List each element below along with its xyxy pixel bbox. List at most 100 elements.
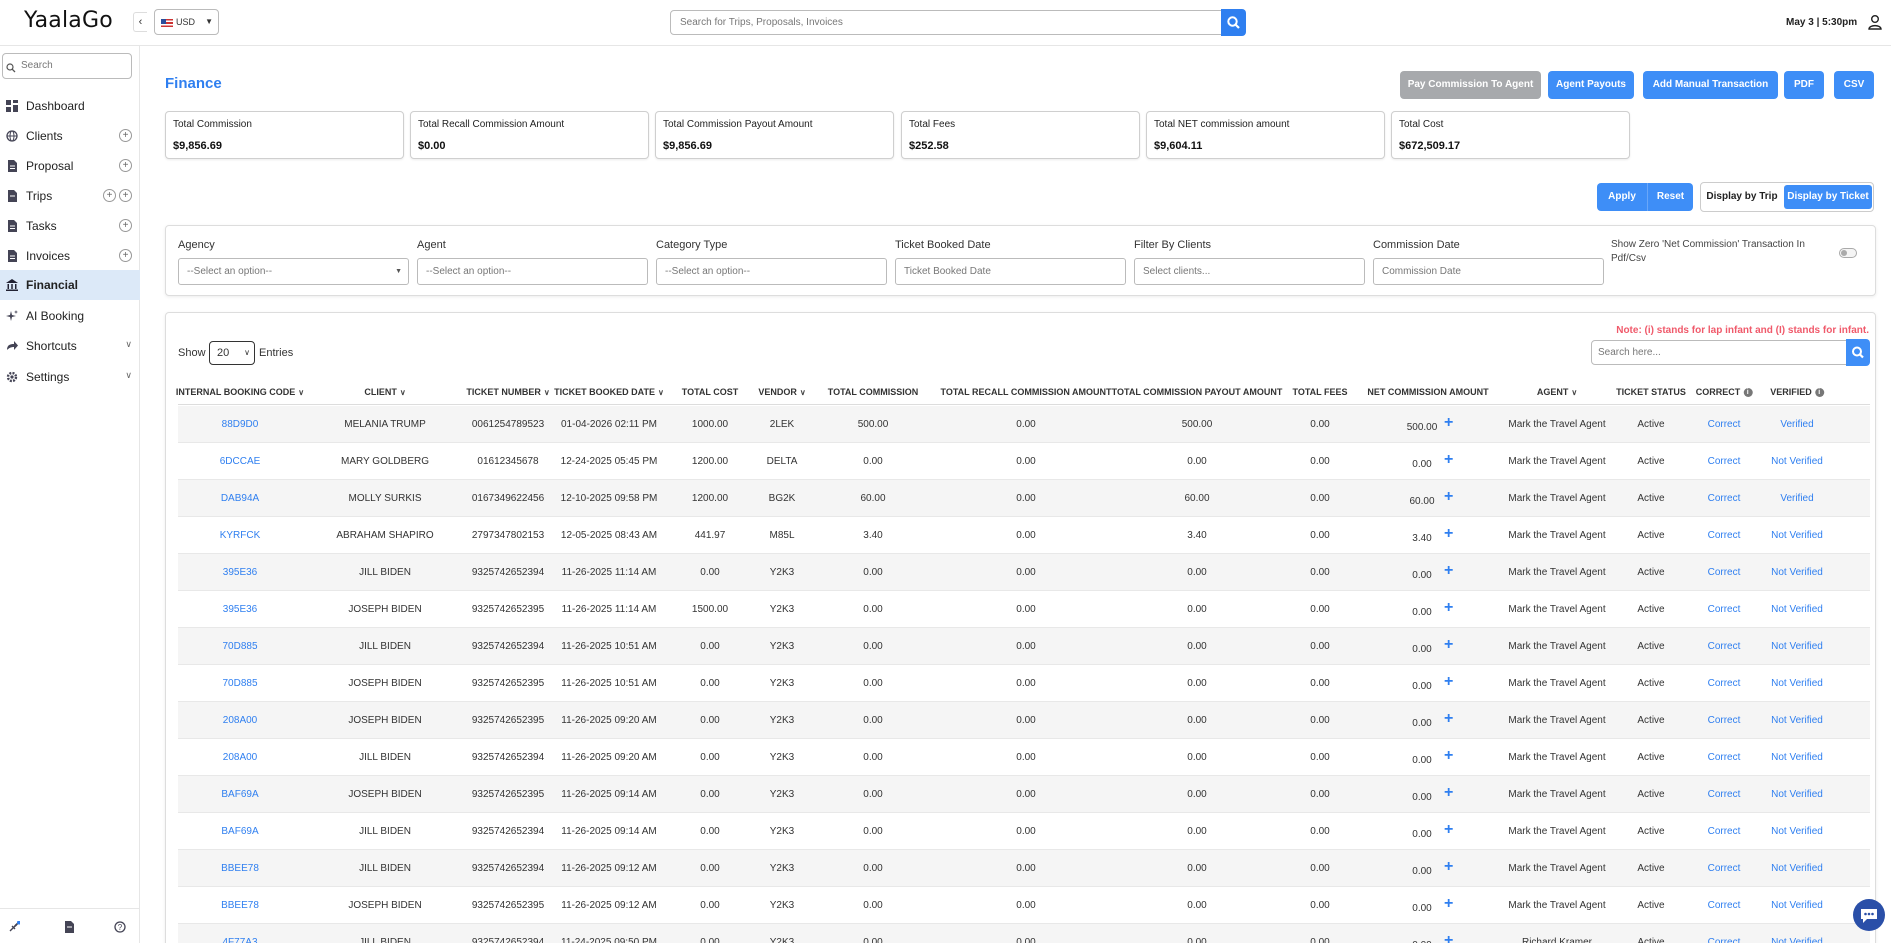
col-booking-code-cell[interactable]: 4F77A3 — [222, 937, 257, 943]
sidebar-item-settings[interactable]: Settings ∨ — [0, 362, 140, 392]
col-verified-cell[interactable]: Verified — [1780, 493, 1813, 504]
col-verified-cell[interactable]: Not Verified — [1771, 863, 1823, 874]
sort-chevron-icon[interactable]: ∨ — [544, 388, 550, 397]
col-verified-cell[interactable]: Not Verified — [1771, 937, 1823, 943]
col-booking-code-cell[interactable]: BBEE78 — [221, 863, 259, 874]
rocket-icon[interactable] — [8, 921, 20, 933]
col-correct-cell[interactable]: Correct — [1708, 493, 1741, 504]
info-icon[interactable]: i — [1743, 388, 1753, 398]
sidebar-item-proposal[interactable]: Proposal + — [0, 151, 140, 181]
sort-chevron-icon[interactable]: ∨ — [298, 388, 304, 397]
add-net-commission-icon[interactable]: + — [1444, 451, 1453, 469]
add-net-commission-icon[interactable]: + — [1444, 525, 1453, 543]
zero-commission-toggle[interactable] — [1839, 248, 1857, 258]
col-verified-cell[interactable]: Not Verified — [1771, 900, 1823, 911]
agency-select[interactable]: --Select an option-- ▼ — [178, 258, 409, 285]
col-booking-code-cell[interactable]: 70D885 — [222, 678, 257, 689]
add-net-commission-icon[interactable]: + — [1444, 673, 1453, 691]
currency-select[interactable]: USD ▼ — [154, 9, 219, 35]
add-client-icon[interactable]: + — [119, 129, 132, 142]
add-manual-transaction-button[interactable]: Add Manual Transaction — [1643, 71, 1778, 99]
col-ticket-number-header[interactable]: TICKET NUMBER ∨ — [466, 387, 549, 397]
info-icon[interactable]: i — [1814, 388, 1824, 398]
add-invoice-icon[interactable]: + — [119, 249, 132, 262]
col-correct-cell[interactable]: Correct — [1708, 900, 1741, 911]
sidebar-collapse-button[interactable]: ‹ — [133, 12, 147, 32]
col-vendor-header[interactable]: VENDOR ∨ — [758, 387, 805, 397]
col-verified-cell[interactable]: Not Verified — [1771, 789, 1823, 800]
display-by-ticket-button[interactable]: Display by Ticket — [1784, 185, 1872, 209]
add-net-commission-icon[interactable]: + — [1444, 895, 1453, 913]
sidebar-item-shortcuts[interactable]: Shortcuts ∨ — [0, 331, 140, 361]
col-verified-cell[interactable]: Not Verified — [1771, 604, 1823, 615]
clients-filter-input[interactable]: Select clients... — [1134, 258, 1365, 285]
col-booking-code-cell[interactable]: 70D885 — [222, 641, 257, 652]
sidebar-item-tasks[interactable]: Tasks + — [0, 211, 140, 241]
col-booking-code-cell[interactable]: BAF69A — [221, 789, 258, 800]
document-icon[interactable] — [63, 921, 75, 933]
col-correct-cell[interactable]: Correct — [1708, 567, 1741, 578]
col-booking-code-cell[interactable]: 208A00 — [223, 752, 257, 763]
add-net-commission-icon[interactable]: + — [1444, 821, 1453, 839]
col-correct-cell[interactable]: Correct — [1708, 826, 1741, 837]
col-agent-header[interactable]: AGENT ∨ — [1537, 387, 1577, 397]
table-search-input[interactable]: Search here... — [1591, 340, 1847, 365]
sidebar-item-dashboard[interactable]: Dashboard — [0, 91, 140, 121]
sort-chevron-icon[interactable]: ∨ — [400, 388, 406, 397]
col-correct-cell[interactable]: Correct — [1708, 419, 1741, 430]
col-booking-code-cell[interactable]: 88D9D0 — [222, 419, 259, 430]
add-net-commission-icon[interactable]: + — [1444, 488, 1453, 506]
add-net-commission-icon[interactable]: + — [1444, 747, 1453, 765]
user-icon[interactable] — [1866, 13, 1884, 31]
col-correct-cell[interactable]: Correct — [1708, 678, 1741, 689]
col-correct-cell[interactable]: Correct — [1708, 715, 1741, 726]
col-booking-code-cell[interactable]: BBEE78 — [221, 900, 259, 911]
sidebar-search-input[interactable]: Search — [2, 53, 132, 79]
pay-commission-button[interactable]: Pay Commission To Agent — [1400, 71, 1541, 99]
sidebar-item-trips[interactable]: Trips + + — [0, 181, 140, 211]
agent-payouts-button[interactable]: Agent Payouts — [1548, 71, 1634, 99]
display-by-trip-button[interactable]: Display by Trip — [1704, 186, 1780, 208]
sidebar-item-clients[interactable]: Clients + — [0, 121, 140, 151]
col-booking-code-cell[interactable]: 208A00 — [223, 715, 257, 726]
col-verified-cell[interactable]: Verified — [1780, 419, 1813, 430]
add-trip-icon[interactable]: + — [103, 189, 116, 202]
help-icon[interactable]: ? — [114, 921, 126, 933]
col-booking-code-cell[interactable]: 395E36 — [223, 567, 257, 578]
table-search-button[interactable] — [1846, 339, 1870, 366]
chat-button[interactable] — [1853, 899, 1885, 931]
add-net-commission-icon[interactable]: + — [1444, 414, 1453, 432]
col-correct-cell[interactable]: Correct — [1708, 530, 1741, 541]
col-correct-cell[interactable]: Correct — [1708, 863, 1741, 874]
col-booking-code-cell[interactable]: DAB94A — [221, 493, 259, 504]
category-select[interactable]: --Select an option-- — [656, 258, 887, 285]
col-correct-cell[interactable]: Correct — [1708, 456, 1741, 467]
col-correct-cell[interactable]: Correct — [1708, 641, 1741, 652]
add-net-commission-icon[interactable]: + — [1444, 562, 1453, 580]
add-net-commission-icon[interactable]: + — [1444, 710, 1453, 728]
col-verified-cell[interactable]: Not Verified — [1771, 530, 1823, 541]
col-correct-cell[interactable]: Correct — [1708, 789, 1741, 800]
app-logo[interactable]: YaalaGo — [24, 8, 113, 33]
sidebar-item-invoices[interactable]: Invoices + — [0, 241, 140, 271]
col-ticket-date-header[interactable]: TICKET BOOKED DATE ∨ — [554, 387, 664, 397]
global-search-input[interactable]: Search for Trips, Proposals, Invoices — [670, 10, 1222, 35]
col-correct-cell[interactable]: Correct — [1708, 604, 1741, 615]
col-verified-cell[interactable]: Not Verified — [1771, 456, 1823, 467]
add-net-commission-icon[interactable]: + — [1444, 858, 1453, 876]
col-verified-cell[interactable]: Not Verified — [1771, 715, 1823, 726]
sidebar-item-financial[interactable]: Financial — [0, 270, 140, 300]
add-net-commission-icon[interactable]: + — [1444, 784, 1453, 802]
col-booking-code-cell[interactable]: 395E36 — [223, 604, 257, 615]
reset-button[interactable]: Reset — [1647, 183, 1693, 211]
col-correct-cell[interactable]: Correct — [1708, 937, 1741, 943]
add-trip-alt-icon[interactable]: + — [119, 189, 132, 202]
col-verified-cell[interactable]: Not Verified — [1771, 678, 1823, 689]
apply-button[interactable]: Apply — [1597, 183, 1647, 211]
col-booking-code-cell[interactable]: BAF69A — [221, 826, 258, 837]
csv-button[interactable]: CSV — [1834, 71, 1874, 99]
col-verified-cell[interactable]: Not Verified — [1771, 567, 1823, 578]
sort-chevron-icon[interactable]: ∨ — [658, 388, 664, 397]
agent-select[interactable]: --Select an option-- — [417, 258, 648, 285]
pdf-button[interactable]: PDF — [1784, 71, 1824, 99]
